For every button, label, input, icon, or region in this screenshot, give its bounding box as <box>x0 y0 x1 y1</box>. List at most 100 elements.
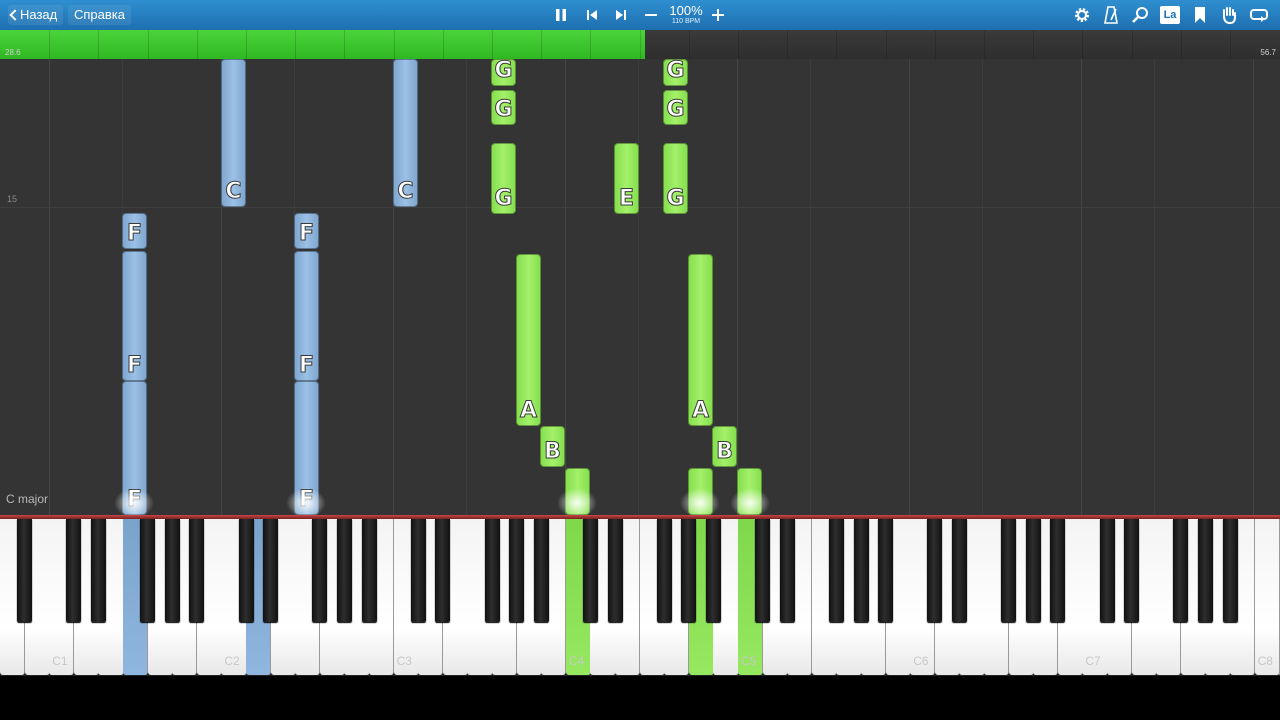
black-key[interactable] <box>410 519 426 622</box>
progress-tick <box>1033 30 1035 59</box>
black-key[interactable] <box>1197 519 1213 622</box>
search-icon <box>1132 7 1148 23</box>
tempo-bpm: 110 BPM <box>671 18 701 25</box>
progress-tick <box>934 30 936 59</box>
right-hand-note: E <box>614 143 639 214</box>
pause-button[interactable] <box>549 3 573 27</box>
octave-label: C5 <box>741 654 757 668</box>
black-key[interactable] <box>533 519 549 622</box>
black-key[interactable] <box>951 519 967 622</box>
skip-back-button[interactable] <box>580 3 604 27</box>
progress-tick <box>541 30 543 59</box>
black-key[interactable] <box>1099 519 1115 622</box>
left-hand-note: F <box>294 251 319 381</box>
black-key[interactable] <box>878 519 894 622</box>
progress-tick <box>984 30 985 59</box>
search-button[interactable] <box>1128 3 1152 27</box>
progress-tick <box>738 30 739 59</box>
grid-line <box>1154 59 1155 515</box>
black-key[interactable] <box>1050 519 1066 622</box>
skip-forward-button[interactable] <box>609 3 633 27</box>
black-key[interactable] <box>1124 519 1140 622</box>
note-label: F <box>298 221 315 246</box>
octave-label: C6 <box>913 654 929 668</box>
black-key[interactable] <box>238 519 254 622</box>
right-hand-note: G <box>663 143 688 214</box>
progress-tick <box>836 30 838 59</box>
black-key[interactable] <box>509 519 525 622</box>
measure-number: 15 <box>7 194 18 204</box>
black-key[interactable] <box>705 519 721 622</box>
piano-keyboard[interactable]: C1 C2 C3 C4 C5 C6 C7 C8 <box>0 519 1280 676</box>
right-hand-note: B <box>712 426 737 467</box>
octave-label: C8 <box>1257 654 1273 668</box>
right-hand-note: B <box>540 426 565 467</box>
black-key[interactable] <box>1222 519 1238 622</box>
black-key[interactable] <box>828 519 844 622</box>
right-hand-note: G <box>663 59 688 86</box>
progress-tick <box>1131 30 1133 59</box>
metronome-icon <box>1104 6 1118 24</box>
black-key[interactable] <box>140 519 156 622</box>
black-key[interactable] <box>1025 519 1041 622</box>
note-label: G <box>666 97 685 122</box>
hand-button[interactable] <box>1217 3 1241 27</box>
left-hand-note: F <box>122 251 147 381</box>
top-toolbar: Назад Справка 100% 110 BPM La <box>0 0 1280 30</box>
tempo-display[interactable]: 100% 110 BPM <box>666 4 706 25</box>
grid-line <box>1253 59 1254 515</box>
black-key[interactable] <box>1001 519 1017 622</box>
grid-line <box>565 59 566 515</box>
skip-forward-icon <box>616 10 626 20</box>
tempo-percent: 100% <box>669 3 703 18</box>
black-key[interactable] <box>90 519 106 622</box>
note-label: C <box>225 179 242 204</box>
black-key[interactable] <box>164 519 180 622</box>
left-hand-note: C <box>221 59 246 207</box>
tempo-decrease-button[interactable] <box>639 3 663 27</box>
black-key[interactable] <box>66 519 82 622</box>
note-label: G <box>494 59 513 83</box>
black-key[interactable] <box>755 519 771 622</box>
progress-tick <box>639 30 641 59</box>
black-key[interactable] <box>681 519 697 622</box>
black-key[interactable] <box>189 519 205 622</box>
key-signature-label: C major <box>6 492 49 506</box>
metronome-button[interactable] <box>1099 3 1123 27</box>
progress-tick <box>492 30 493 59</box>
gear-icon <box>1075 8 1089 22</box>
black-key[interactable] <box>361 519 377 622</box>
black-key[interactable] <box>484 519 500 622</box>
bookmark-button[interactable] <box>1188 3 1212 27</box>
note-label: G <box>494 97 513 122</box>
help-button[interactable]: Справка <box>68 5 131 25</box>
black-key[interactable] <box>1173 519 1189 622</box>
tempo-increase-button[interactable] <box>706 3 730 27</box>
black-key[interactable] <box>656 519 672 622</box>
black-key[interactable] <box>435 519 451 622</box>
song-progress-bar[interactable]: 28.6 56.7 <box>0 30 1280 59</box>
back-button[interactable]: Назад <box>8 5 64 25</box>
note-label: B <box>716 439 734 464</box>
loop-button[interactable] <box>1247 3 1271 27</box>
pause-icon <box>556 9 566 21</box>
piano-roll: 15 C major CCFFFFFFGGGGGGEAABB <box>0 59 1280 515</box>
settings-button[interactable] <box>1070 3 1094 27</box>
grid-line <box>1081 59 1082 515</box>
black-key[interactable] <box>853 519 869 622</box>
black-key[interactable] <box>779 519 795 622</box>
right-hand-note: A <box>516 254 541 426</box>
note-labels-button[interactable]: La <box>1158 3 1182 27</box>
black-key[interactable] <box>336 519 352 622</box>
black-key[interactable] <box>312 519 328 622</box>
left-hand-note: F <box>294 213 319 249</box>
note-hit-glow <box>114 488 154 515</box>
black-key[interactable] <box>582 519 598 622</box>
black-key[interactable] <box>927 519 943 622</box>
grid-line <box>810 59 811 515</box>
black-key[interactable] <box>263 519 279 622</box>
black-key[interactable] <box>607 519 623 622</box>
note-label: E <box>618 186 635 211</box>
white-key[interactable] <box>1254 519 1280 675</box>
black-key[interactable] <box>17 519 33 622</box>
